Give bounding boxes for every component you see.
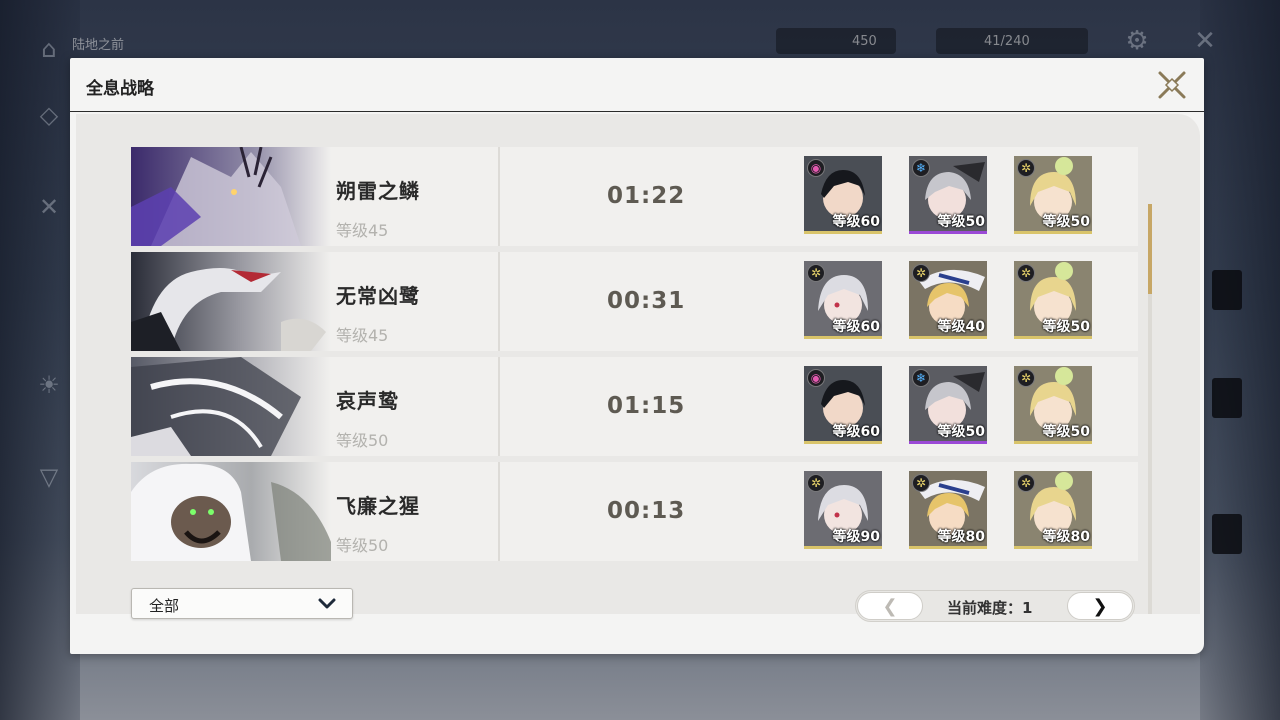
character-card[interactable]: ✲ 等级80 — [909, 471, 987, 549]
home-icon: ⌂ — [41, 35, 57, 63]
close-icon — [1158, 71, 1186, 99]
background-right-menu — [1200, 0, 1280, 720]
boss-row[interactable]: 朔雷之鳞 等级45 01:22 ◉ 等级60 ❄ 等级50 ✲ 等级50 — [131, 147, 1138, 246]
spectro-element-icon: ✲ — [1017, 474, 1035, 492]
filter-dropdown[interactable]: 全部 — [131, 588, 353, 619]
boss-portrait — [131, 252, 331, 351]
background-side-panel — [1212, 514, 1242, 554]
character-level: 等级50 — [937, 424, 985, 440]
boss-row[interactable]: 无常凶鹭 等级45 00:31 ✲ 等级60 ✲ 等级40 ✲ 等级50 — [131, 252, 1138, 351]
dialog-title: 全息战略 — [86, 79, 154, 99]
clear-time: 01:15 — [607, 393, 686, 419]
settings-icon: ⚙ — [1125, 26, 1149, 56]
glacio-element-icon: ❄ — [912, 369, 930, 387]
dialog-header: 全息战略 — [70, 58, 1204, 112]
character-card[interactable]: ❄ 等级50 — [909, 156, 987, 234]
character-level: 等级80 — [937, 529, 985, 545]
spectro-element-icon: ✲ — [1017, 159, 1035, 177]
havoc-element-icon: ◉ — [807, 159, 825, 177]
character-level: 等级50 — [937, 214, 985, 230]
character-level: 等级80 — [1042, 529, 1090, 545]
row-divider — [498, 252, 500, 351]
character-card[interactable]: ✲ 等级50 — [1014, 366, 1092, 444]
shield-icon: ▽ — [39, 463, 59, 491]
clear-time: 01:22 — [607, 183, 686, 209]
character-level: 等级60 — [832, 319, 880, 335]
filter-value: 全部 — [149, 597, 180, 615]
team-lineup: ◉ 等级60 ❄ 等级50 ✲ 等级50 — [804, 156, 1094, 234]
difficulty-pager: ❮ 当前难度：1 ❯ — [855, 590, 1135, 622]
spectro-element-icon: ✲ — [807, 474, 825, 492]
character-card[interactable]: ✲ 等级40 — [909, 261, 987, 339]
crossed-swords-icon: ✕ — [38, 193, 60, 221]
boss-portrait — [131, 357, 331, 456]
boss-level: 等级50 — [336, 536, 389, 555]
spectro-element-icon: ✲ — [807, 264, 825, 282]
background-location-label: 陆地之前 — [72, 38, 125, 53]
background-side-panel — [1212, 378, 1242, 418]
character-card[interactable]: ✲ 等级50 — [1014, 261, 1092, 339]
character-level: 等级60 — [832, 214, 880, 230]
compass-icon: ◇ — [39, 101, 59, 129]
character-card[interactable]: ✲ 等级80 — [1014, 471, 1092, 549]
character-card[interactable]: ✲ 等级60 — [804, 261, 882, 339]
character-card[interactable]: ✲ 等级50 — [1014, 156, 1092, 234]
holo-strategy-dialog: 全息战略 朔雷之鳞 等级45 01:22 ◉ 等级60 ❄ 等级50 ✲ 等级5… — [70, 58, 1204, 654]
character-card[interactable]: ◉ 等级60 — [804, 366, 882, 444]
boss-row[interactable]: 哀声鸷 等级50 01:15 ◉ 等级60 ❄ 等级50 ✲ 等级50 — [131, 357, 1138, 456]
boss-name: 飞廉之猩 — [336, 494, 420, 518]
spectro-element-icon: ✲ — [912, 264, 930, 282]
havoc-element-icon: ◉ — [807, 369, 825, 387]
character-level: 等级90 — [832, 529, 880, 545]
background-currency-bar — [776, 28, 896, 54]
chevron-down-icon — [318, 598, 336, 609]
background-close-icon: ✕ — [1194, 26, 1216, 56]
spectro-element-icon: ✲ — [912, 474, 930, 492]
boss-name: 朔雷之鳞 — [336, 179, 420, 203]
spectro-element-icon: ✲ — [1017, 264, 1035, 282]
next-difficulty-button[interactable]: ❯ — [1067, 592, 1133, 620]
character-level: 等级50 — [1042, 424, 1090, 440]
team-lineup: ✲ 等级60 ✲ 等级40 ✲ 等级50 — [804, 261, 1094, 339]
character-level: 等级60 — [832, 424, 880, 440]
spectro-element-icon: ✲ — [1017, 369, 1035, 387]
team-lineup: ◉ 等级60 ❄ 等级50 ✲ 等级50 — [804, 366, 1094, 444]
boss-row[interactable]: 飞廉之猩 等级50 00:13 ✲ 等级90 ✲ 等级80 ✲ 等级80 — [131, 462, 1138, 561]
boss-portrait — [131, 147, 331, 246]
background-stamina-value: 41/240 — [984, 34, 1030, 49]
character-level: 等级50 — [1042, 214, 1090, 230]
character-card[interactable]: ✲ 等级90 — [804, 471, 882, 549]
row-divider — [498, 357, 500, 456]
boss-level: 等级45 — [336, 221, 389, 240]
clear-time: 00:31 — [607, 288, 686, 314]
character-level: 等级50 — [1042, 319, 1090, 335]
scrollbar-thumb[interactable] — [1148, 204, 1152, 294]
boss-level: 等级45 — [336, 326, 389, 345]
sun-icon: ☀ — [38, 371, 60, 399]
character-card[interactable]: ❄ 等级50 — [909, 366, 987, 444]
boss-name: 哀声鸷 — [336, 389, 399, 413]
current-difficulty-label: 当前难度：1 — [947, 599, 1033, 617]
close-button[interactable] — [1154, 67, 1190, 103]
previous-difficulty-button[interactable]: ❮ — [857, 592, 923, 620]
background-currency-value: 450 — [852, 34, 877, 49]
team-lineup: ✲ 等级90 ✲ 等级80 ✲ 等级80 — [804, 471, 1094, 549]
boss-portrait — [131, 462, 331, 561]
row-divider — [498, 147, 500, 246]
character-card[interactable]: ◉ 等级60 — [804, 156, 882, 234]
background-side-panel — [1212, 270, 1242, 310]
row-divider — [498, 462, 500, 561]
glacio-element-icon: ❄ — [912, 159, 930, 177]
character-level: 等级40 — [937, 319, 985, 335]
clear-time: 00:13 — [607, 498, 686, 524]
boss-name: 无常凶鹭 — [336, 284, 420, 308]
boss-level: 等级50 — [336, 431, 389, 450]
